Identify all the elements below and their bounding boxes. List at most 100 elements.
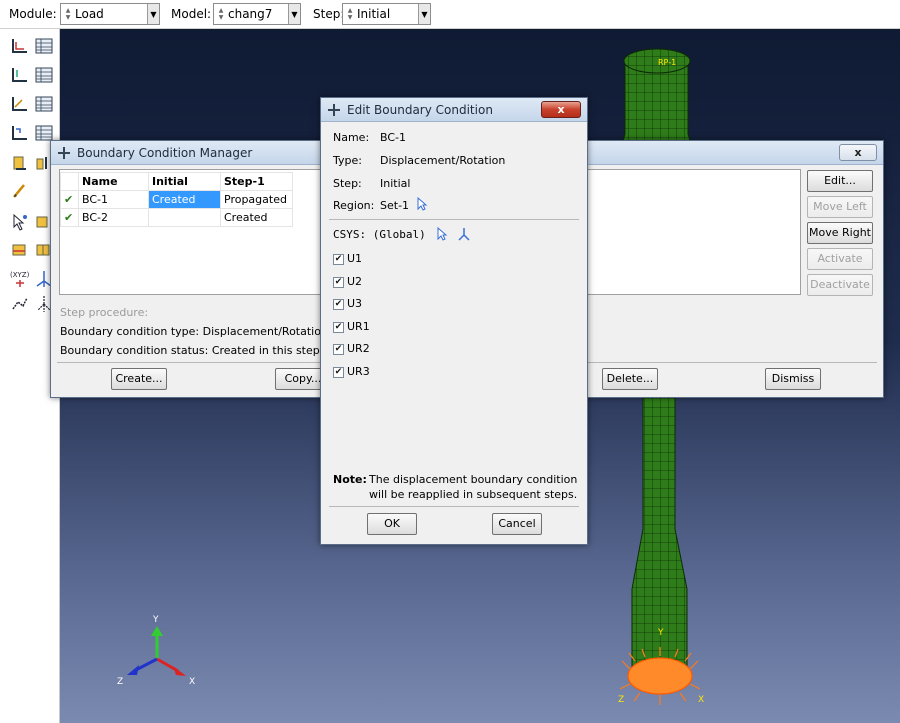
note-label: Note: bbox=[333, 473, 367, 486]
step-procedure-label: Step procedure: bbox=[60, 306, 149, 319]
col-header-initial[interactable]: Initial bbox=[148, 172, 221, 191]
dof-ur3-checkbox[interactable]: ✔ UR3 bbox=[333, 365, 370, 378]
move-left-button[interactable]: Move Left bbox=[807, 196, 873, 218]
edit-bc-dialog: Edit Boundary Condition x Name: BC-1 Typ… bbox=[320, 97, 588, 545]
dof-ur2-label: UR2 bbox=[347, 342, 370, 355]
checkbox-icon[interactable]: ✔ bbox=[333, 366, 344, 378]
module-combo[interactable]: ▲ ▼ Load ▼ bbox=[60, 3, 160, 25]
bc-manager-title: Boundary Condition Manager bbox=[77, 145, 253, 160]
checkbox-icon[interactable]: ✔ bbox=[333, 298, 344, 310]
dof-ur1-checkbox[interactable]: ✔ UR1 bbox=[333, 320, 370, 333]
step-combo[interactable]: ▲ ▼ Initial ▼ bbox=[342, 3, 431, 25]
row-initial-selected[interactable]: Created bbox=[148, 190, 221, 209]
row-name[interactable]: BC-2 bbox=[78, 208, 149, 227]
name-value: BC-1 bbox=[380, 131, 407, 144]
interaction-icon[interactable] bbox=[10, 94, 30, 114]
point-icon[interactable] bbox=[10, 294, 30, 314]
note-text-line2: will be reapplied in subsequent steps. bbox=[369, 488, 578, 501]
load-create-icon[interactable] bbox=[10, 65, 30, 85]
module-label: Module: bbox=[9, 7, 57, 21]
query-icon[interactable] bbox=[10, 181, 30, 201]
step-label: Step: bbox=[333, 177, 362, 190]
csys-label: CSYS: (Global) bbox=[333, 228, 426, 241]
triad-x-label: X bbox=[189, 677, 195, 687]
interaction-manager-icon[interactable] bbox=[34, 94, 54, 114]
csys-triad-icon[interactable] bbox=[457, 227, 471, 241]
bc-create-icon[interactable] bbox=[10, 36, 30, 56]
select-region-arrow-icon[interactable] bbox=[416, 197, 428, 211]
delete-button[interactable]: Delete... bbox=[602, 368, 658, 390]
spin-icon: ▲ ▼ bbox=[347, 7, 353, 21]
model-combo[interactable]: ▲ ▼ chang7 ▼ bbox=[213, 3, 301, 25]
row-initial[interactable] bbox=[148, 208, 221, 227]
model-label: Model: bbox=[171, 7, 212, 21]
ok-button[interactable]: OK bbox=[367, 513, 417, 535]
chevron-down-icon[interactable]: ▼ bbox=[288, 4, 300, 24]
select-icon[interactable] bbox=[10, 212, 30, 232]
dof-u3-label: U3 bbox=[347, 297, 363, 310]
dof-ur1-label: UR1 bbox=[347, 320, 370, 333]
dismiss-button[interactable]: Dismiss bbox=[765, 368, 821, 390]
divider bbox=[329, 219, 579, 220]
select-csys-arrow-icon[interactable] bbox=[436, 227, 448, 241]
app-icon bbox=[58, 146, 70, 159]
edit-button[interactable]: Edit... bbox=[807, 170, 873, 192]
model-top-face bbox=[623, 48, 691, 74]
col-header-step1[interactable]: Step-1 bbox=[220, 172, 293, 191]
name-label: Name: bbox=[333, 131, 370, 144]
model-axis-z-label: Z bbox=[618, 695, 624, 705]
row-step1[interactable]: Created bbox=[220, 208, 293, 227]
bc-status-label: Boundary condition status: Created in th… bbox=[60, 344, 320, 357]
app-icon bbox=[328, 103, 340, 116]
triad-z-label: Z bbox=[117, 677, 123, 687]
dof-u1-label: U1 bbox=[347, 252, 363, 265]
step-value: Initial bbox=[357, 7, 391, 21]
bc-table: Name Initial Step-1 ✔ BC-1 Created Propa… bbox=[60, 172, 293, 227]
dof-ur3-label: UR3 bbox=[347, 365, 370, 378]
row-step1[interactable]: Propagated bbox=[220, 190, 293, 209]
type-label: Type: bbox=[333, 154, 362, 167]
chevron-down-icon[interactable]: ▼ bbox=[147, 4, 159, 24]
move-right-button[interactable]: Move Right bbox=[807, 222, 873, 244]
dof-ur2-checkbox[interactable]: ✔ UR2 bbox=[333, 342, 370, 355]
dof-u2-label: U2 bbox=[347, 275, 363, 288]
global-triad: Y X Z bbox=[117, 615, 195, 687]
model-axis-y-label: Y bbox=[657, 628, 664, 638]
bc-type-label: Boundary condition type: Displacement/Ro… bbox=[60, 325, 328, 338]
close-icon[interactable]: x bbox=[541, 101, 581, 118]
load-manager-icon[interactable] bbox=[34, 65, 54, 85]
edit-bc-title: Edit Boundary Condition bbox=[347, 102, 493, 117]
checkbox-icon[interactable]: ✔ bbox=[333, 253, 344, 265]
dof-u2-checkbox[interactable]: ✔ U2 bbox=[333, 275, 362, 288]
region-value: Set-1 bbox=[380, 199, 410, 212]
dof-u1-checkbox[interactable]: ✔ U1 bbox=[333, 252, 362, 265]
col-header-name[interactable]: Name bbox=[78, 172, 149, 191]
table-row[interactable]: ✔ BC-2 Created bbox=[60, 208, 293, 227]
checkbox-icon[interactable]: ✔ bbox=[333, 321, 344, 333]
bc-manager-icon[interactable] bbox=[34, 36, 54, 56]
amplitude-icon[interactable] bbox=[10, 153, 30, 173]
cancel-button[interactable]: Cancel bbox=[492, 513, 542, 535]
checkbox-icon[interactable]: ✔ bbox=[333, 276, 344, 288]
region-label: Region: bbox=[333, 199, 375, 212]
model-value: chang7 bbox=[228, 7, 273, 21]
divider bbox=[329, 506, 579, 507]
table-row[interactable]: ✔ BC-1 Created Propagated bbox=[60, 190, 293, 209]
model-shaft-lower bbox=[631, 388, 688, 670]
row-name[interactable]: BC-1 bbox=[78, 190, 149, 209]
spin-icon: ▲ ▼ bbox=[218, 7, 224, 21]
partition-icon[interactable] bbox=[10, 239, 30, 259]
svg-text:(XYZ): (XYZ) bbox=[10, 271, 30, 279]
csys-icon[interactable]: (XYZ) bbox=[10, 269, 30, 289]
close-icon[interactable]: x bbox=[839, 144, 877, 161]
activate-button[interactable]: Activate bbox=[807, 248, 873, 270]
deactivate-button[interactable]: Deactivate bbox=[807, 274, 873, 296]
chevron-down-icon[interactable]: ▼ bbox=[418, 4, 430, 24]
checkbox-icon[interactable]: ✔ bbox=[333, 343, 344, 355]
active-check-icon: ✔ bbox=[60, 208, 79, 227]
predefined-field-icon[interactable] bbox=[10, 123, 30, 143]
create-button[interactable]: Create... bbox=[111, 368, 167, 390]
context-bar: Module: ▲ ▼ Load ▼ Model: ▲ ▼ chang7 ▼ Ste… bbox=[0, 0, 900, 29]
dof-u3-checkbox[interactable]: ✔ U3 bbox=[333, 297, 362, 310]
model-axis-x-label: X bbox=[698, 695, 704, 705]
